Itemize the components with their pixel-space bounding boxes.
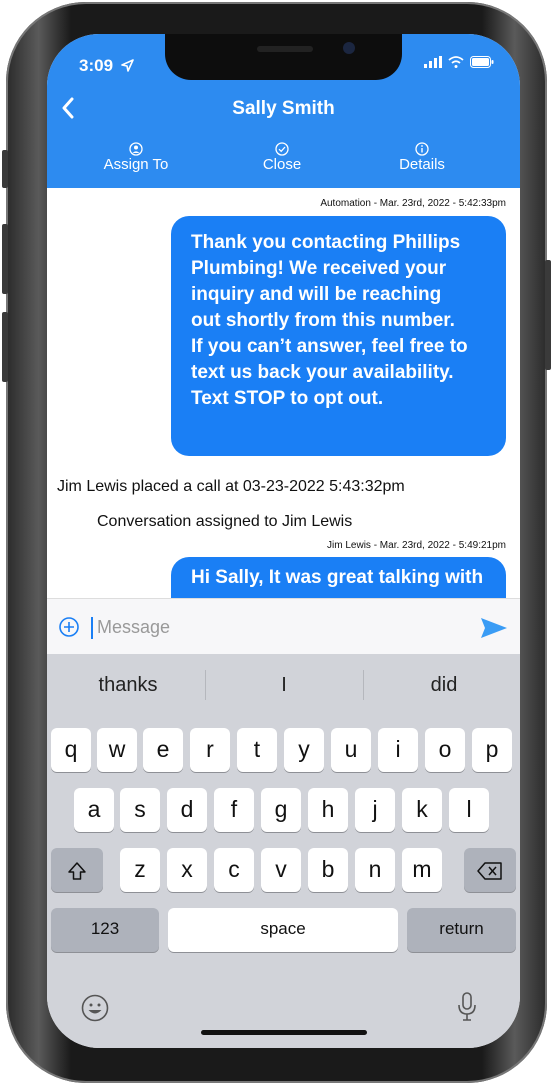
key-i[interactable]: i [378,728,418,772]
key-s[interactable]: s [120,788,160,832]
outgoing-message-bubble[interactable]: Thank you contacting Phillips Plumbing! … [171,216,506,456]
chat-header: 3:09 Sally Smith Assign To Close Details [47,34,520,188]
message-meta: Automation - Mar. 23rd, 2022 - 5:42:33pm [320,198,506,209]
message-input[interactable]: Message [97,617,170,638]
send-icon[interactable] [480,617,508,639]
key-o[interactable]: o [425,728,465,772]
message-line: inquiry and will be reaching [191,284,442,305]
add-attachment-icon[interactable] [59,617,79,637]
predictive-bar: thanks I did [47,654,520,718]
suggestion-item[interactable]: did [369,674,519,697]
speaker [257,46,313,52]
power-button [545,260,551,370]
text-caret [91,617,93,639]
numbers-key[interactable]: 123 [51,908,159,952]
suggestion-divider [363,670,364,700]
key-f[interactable]: f [214,788,254,832]
signal-icon [424,56,442,68]
message-thread[interactable]: Automation - Mar. 23rd, 2022 - 5:42:33pm… [47,188,520,598]
microphone-icon[interactable] [457,992,477,1022]
key-l[interactable]: l [449,788,489,832]
message-line: Text STOP to opt out. [191,388,384,409]
key-u[interactable]: u [331,728,371,772]
assign-to-label: Assign To [103,156,169,173]
message-line: Thank you contacting Phillips [191,232,461,253]
message-line: If you can’t answer, feel free to [191,336,468,357]
key-m[interactable]: m [402,848,442,892]
key-h[interactable]: h [308,788,348,832]
volume-down-button [2,312,8,382]
message-line: out shortly from this number. [191,310,455,331]
emoji-icon[interactable] [81,994,109,1022]
key-x[interactable]: x [167,848,207,892]
check-circle-icon [275,142,289,156]
ios-keyboard: thanks I did q w e r t y u i o p a s d f… [47,654,520,1048]
message-line: Plumbing! We received your [191,258,447,279]
home-indicator[interactable] [201,1030,367,1035]
key-j[interactable]: j [355,788,395,832]
key-b[interactable]: b [308,848,348,892]
assign-to-button[interactable]: Assign To [81,142,191,173]
key-y[interactable]: y [284,728,324,772]
delete-key[interactable] [464,848,516,892]
close-label: Close [262,156,302,173]
key-d[interactable]: d [167,788,207,832]
key-a[interactable]: a [74,788,114,832]
close-button[interactable]: Close [227,142,337,173]
message-line: text us back your availability. [191,362,454,383]
return-key[interactable]: return [407,908,516,952]
details-label: Details [399,156,445,173]
suggestion-divider [205,670,206,700]
volume-up-button [2,224,8,294]
message-line: Hi Sally, It was great talking with [191,567,484,588]
suggestion-item[interactable]: I [209,674,359,697]
key-t[interactable]: t [237,728,277,772]
call-event-text: Jim Lewis placed a call at 03-23-2022 5:… [57,478,405,495]
assignment-event-text: Conversation assigned to Jim Lewis [97,513,353,530]
location-arrow-icon [120,59,134,72]
shift-icon [68,862,86,880]
key-e[interactable]: e [143,728,183,772]
shift-key[interactable] [51,848,103,892]
suggestion-item[interactable]: thanks [53,674,203,697]
message-meta: Jim Lewis - Mar. 23rd, 2022 - 5:49:21pm [327,540,506,551]
wifi-icon [448,56,464,68]
contact-name: Sally Smith [232,98,335,119]
key-k[interactable]: k [402,788,442,832]
silent-switch [2,150,8,188]
key-w[interactable]: w [97,728,137,772]
person-circle-icon [129,142,143,156]
key-r[interactable]: r [190,728,230,772]
info-circle-icon [415,142,429,156]
key-p[interactable]: p [472,728,512,772]
key-q[interactable]: q [51,728,91,772]
notch [165,34,402,80]
key-g[interactable]: g [261,788,301,832]
key-c[interactable]: c [214,848,254,892]
backspace-icon [477,862,502,880]
key-v[interactable]: v [261,848,301,892]
outgoing-message-bubble[interactable]: Hi Sally, It was great talking with [171,557,506,598]
message-composer: Message [47,598,520,655]
status-icons [424,56,494,68]
battery-icon [470,56,494,68]
status-time: 3:09 [79,56,134,76]
space-key[interactable]: space [168,908,398,952]
key-z[interactable]: z [120,848,160,892]
key-n[interactable]: n [355,848,395,892]
phone-screen: 3:09 Sally Smith Assign To Close Details… [47,34,520,1048]
details-button[interactable]: Details [367,142,477,173]
camera [343,42,355,54]
